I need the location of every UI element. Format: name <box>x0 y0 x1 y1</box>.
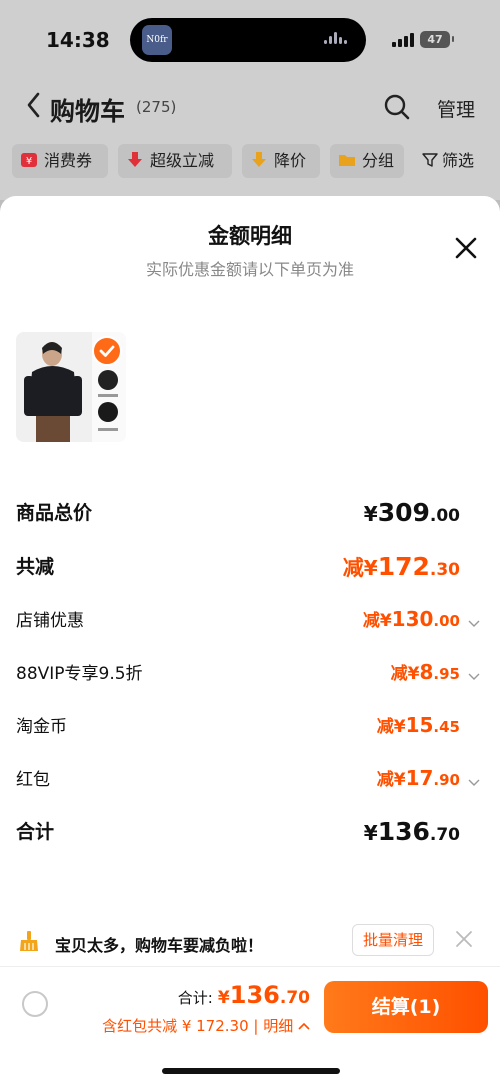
search-icon[interactable] <box>384 94 410 120</box>
red-packet-row[interactable]: 红包 减¥17.90 <box>16 765 484 799</box>
chevron-down-icon[interactable] <box>468 668 480 680</box>
dynamic-island[interactable]: N0fr <box>130 18 366 62</box>
broom-icon <box>18 930 40 952</box>
row-label: 淘金币 <box>16 717 67 737</box>
audio-wave-icon <box>324 32 352 48</box>
cart-cleanup-tip: 宝贝太多，购物车要减负啦！ 批量清理 <box>0 918 500 966</box>
back-chevron-icon[interactable] <box>26 92 40 123</box>
down-arrow-icon <box>126 146 144 167</box>
folder-icon <box>338 146 356 166</box>
coupon-icon: ¥ <box>20 146 38 167</box>
row-label: 合计 <box>16 821 55 843</box>
cart-nav-bar: 购物车 (275) 管理 <box>0 84 500 132</box>
filter-chip-filter[interactable]: 筛选 <box>422 144 474 178</box>
row-label: 红包 <box>16 770 50 790</box>
filter-chip-coupon[interactable]: ¥ 消费券 <box>12 144 108 178</box>
selected-check-icon[interactable] <box>92 336 122 366</box>
goods-total-row: 商品总价 ¥309.00 <box>16 498 484 532</box>
cellular-signal-icon <box>392 33 414 47</box>
filter-chip-price-drop[interactable]: 降价 <box>242 144 320 178</box>
tip-text: 宝贝太多，购物车要减负啦！ <box>55 936 264 955</box>
status-time: 14:38 <box>46 28 110 52</box>
sheet-title: 金额明细 <box>208 224 292 248</box>
select-all-radio[interactable] <box>22 991 48 1017</box>
row-label: 共减 <box>16 556 55 578</box>
chevron-down-icon[interactable] <box>468 774 480 786</box>
cart-item-count: (275) <box>136 98 177 116</box>
row-amount: 减¥130.00 <box>362 607 460 631</box>
price-drop-icon <box>250 146 268 167</box>
cart-page-background: 14:38 N0fr 47 购物车 (275) 管理 ¥ 消费券 超级立减 降价… <box>0 0 500 200</box>
row-amount: 减¥8.95 <box>390 660 460 684</box>
row-amount: ¥309.00 <box>363 498 460 527</box>
chevron-down-icon[interactable] <box>468 615 480 627</box>
row-label: 88VIP专享9.5折 <box>16 664 143 684</box>
vip-discount-row[interactable]: 88VIP专享9.5折 减¥8.95 <box>16 659 484 693</box>
checkout-total: 合计: ¥136.70 <box>177 981 310 1009</box>
checkout-button[interactable]: 结算(1) <box>324 981 488 1033</box>
page-title: 购物车 <box>50 97 126 126</box>
chevron-up-icon <box>298 1022 310 1030</box>
close-icon[interactable] <box>452 234 480 262</box>
row-label: 店铺优惠 <box>16 611 84 631</box>
now-playing-app-icon: N0fr <box>142 25 172 55</box>
batch-clear-button[interactable]: 批量清理 <box>352 924 434 956</box>
discount-detail-link[interactable]: 含红包共减 ¥ 172.30 | 明细 <box>102 1015 310 1036</box>
close-icon[interactable] <box>455 930 473 948</box>
filter-icon <box>422 146 438 167</box>
sheet-subtitle: 实际优惠金额请以下单页为准 <box>145 260 354 279</box>
svg-text:¥: ¥ <box>26 156 32 167</box>
row-amount: 减¥17.90 <box>376 766 460 790</box>
row-amount: ¥136.70 <box>363 817 460 846</box>
battery-icon: 47 <box>420 31 454 48</box>
row-amount: 减¥15.45 <box>376 713 460 737</box>
row-label: 商品总价 <box>16 502 93 524</box>
status-bar: 14:38 N0fr 47 <box>0 0 500 80</box>
amount-detail-sheet: 金额明细 实际优惠金额请以下单页为准 商品总价 ¥309.00 共减 减¥172… <box>0 196 500 1087</box>
row-amount: 减¥172.30 <box>342 552 460 581</box>
shop-discount-row[interactable]: 店铺优惠 减¥130.00 <box>16 606 484 640</box>
manage-button[interactable]: 管理 <box>437 95 475 122</box>
grand-total-row: 合计 ¥136.70 <box>16 817 484 851</box>
home-indicator <box>162 1068 340 1074</box>
filter-chip-super-discount[interactable]: 超级立减 <box>118 144 232 178</box>
total-reduction-row: 共减 减¥172.30 <box>16 552 484 586</box>
taobao-coin-row: 淘金币 减¥15.45 <box>16 712 484 746</box>
checkout-bar: 合计: ¥136.70 含红包共减 ¥ 172.30 | 明细 结算(1) <box>0 966 500 1046</box>
filter-chip-row: ¥ 消费券 超级立减 降价 分组 筛选 <box>0 144 500 180</box>
filter-chip-group[interactable]: 分组 <box>330 144 404 178</box>
